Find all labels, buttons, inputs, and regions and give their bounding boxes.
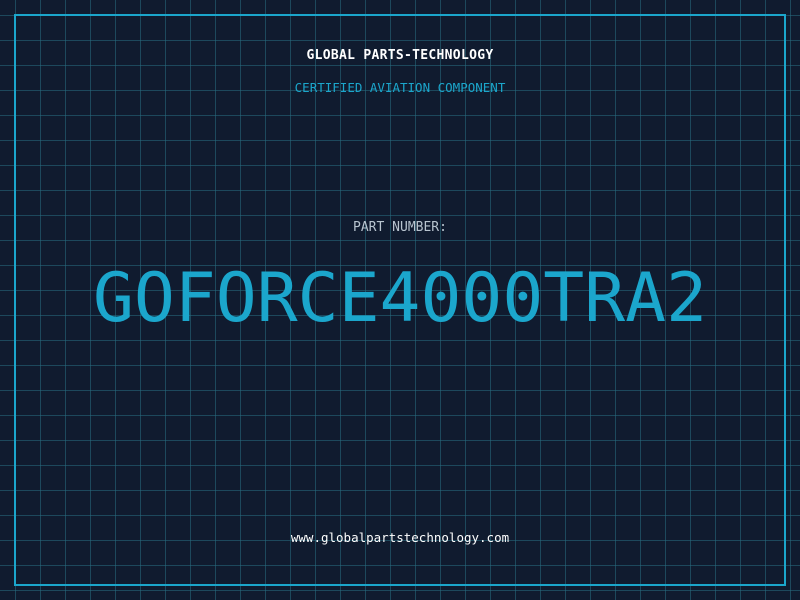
part-number-value: GOFORCE4000TRA2 bbox=[92, 259, 708, 338]
certification-subtitle: CERTIFIED AVIATION COMPONENT bbox=[294, 80, 506, 95]
part-card: GLOBAL PARTS-TECHNOLOGY CERTIFIED AVIATI… bbox=[0, 0, 800, 600]
part-number-label: PART NUMBER: bbox=[353, 220, 447, 235]
website-url: www.globalpartstechnology.com bbox=[290, 530, 510, 545]
company-name: GLOBAL PARTS-TECHNOLOGY bbox=[306, 48, 494, 63]
